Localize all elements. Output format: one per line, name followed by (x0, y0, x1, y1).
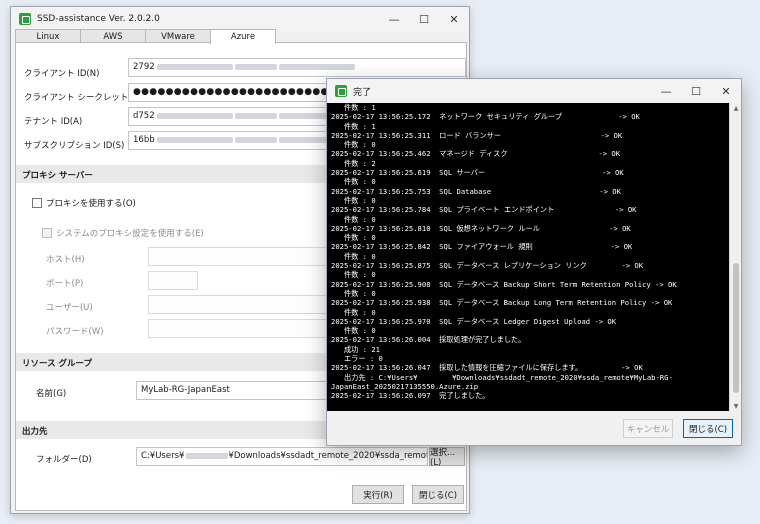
log-line: 2025-02-17 13:56:25.784 SQL プライベート エンドポイ… (331, 205, 637, 215)
log-line: 件数 : 0 (331, 177, 376, 187)
log-line: 2025-02-17 13:56:25.938 SQL データベース Backu… (331, 298, 673, 308)
done-footer: キャンセル 閉じる(C) (327, 411, 741, 445)
log-line: 件数 : 2 (331, 158, 376, 168)
name-label: 名前(G) (36, 389, 67, 399)
log-line: 成功 : 21 (331, 344, 380, 354)
done-title-bar[interactable]: 完了 — ☐ ✕ (327, 79, 741, 103)
log-console[interactable]: 件数 : 1 2025-02-17 13:56:25.172 ネットワーク セキュ… (327, 103, 731, 411)
log-line: 2025-02-17 13:56:25.172 ネットワーク セキュリティ グル… (331, 112, 640, 122)
minimize-icon[interactable]: — (651, 79, 681, 103)
log-line: JapanEast_20250217135550.Azure.zip (331, 381, 479, 391)
resource-group-name-field[interactable]: MyLab-RG-JapanEast (136, 381, 336, 400)
console-scrollbar[interactable]: ▲ ▼ (729, 103, 741, 411)
use-proxy-checkbox[interactable]: プロキシを使用する(O) (32, 197, 136, 209)
log-line: 2025-02-17 13:56:25.462 マネージド ディスク -> OK (331, 149, 621, 159)
subscription-id-value: 16bb (133, 135, 155, 145)
client-secret-label: クライアント シークレット(I) (24, 93, 138, 103)
log-line: 件数 : 0 (331, 307, 376, 317)
output-folder-field[interactable]: C:¥Users¥ ¥Downloads¥ssdadt_remote_2020¥s… (136, 447, 428, 466)
done-window: 完了 — ☐ ✕ 件数 : 1 2025-02-17 13:56:25.172 ネ… (326, 78, 742, 446)
tab-vmware[interactable]: VMware (145, 29, 211, 43)
port-label: ポート(P) (46, 279, 84, 289)
maximize-icon[interactable]: ☐ (681, 79, 711, 103)
scroll-down-icon[interactable]: ▼ (730, 401, 742, 411)
use-system-proxy-checkbox[interactable]: システムのプロキシ設定を使用する(E) (42, 227, 204, 239)
host-label: ホスト(H) (46, 255, 85, 265)
log-line: 2025-02-17 13:56:25.810 SQL 仮想ネットワーク ルール… (331, 223, 631, 233)
close-icon[interactable]: ✕ (439, 7, 469, 31)
checkbox-icon (42, 228, 52, 238)
minimize-icon[interactable]: — (379, 7, 409, 31)
log-line: 2025-02-17 13:56:25.875 SQL データベース レプリケー… (331, 261, 644, 271)
log-line: 2025-02-17 13:56:25.970 SQL データベース Ledge… (331, 316, 617, 326)
done-window-title: 完了 (353, 87, 372, 98)
log-line: 2025-02-17 13:56:25.753 SQL Database -> … (331, 186, 621, 196)
log-line: エラー : 0 (331, 354, 383, 364)
folder-value-suffix: ¥Downloads¥ssdadt_remote_2020¥ssda_remot… (228, 451, 428, 461)
log-line: 2025-02-17 13:56:25.311 ロード バランサー -> OK (331, 130, 623, 140)
log-line: 2025-02-17 13:56:26.047 採取した情報を圧縮ファイルに保存… (331, 363, 643, 373)
tenant-id-label: テナント ID(A) (24, 117, 83, 127)
log-line: 件数 : 0 (331, 195, 376, 205)
log-line: 2025-02-17 13:56:25.619 SQL サーバー -> OK (331, 168, 624, 178)
resource-group-name-value: MyLab-RG-JapanEast (141, 385, 230, 395)
log-line: 2025-02-17 13:56:26.004 採取処理が完了しました。 (331, 335, 526, 345)
log-line: 2025-02-17 13:56:25.842 SQL ファイアウォール 規則 … (331, 242, 633, 252)
password-field[interactable] (148, 319, 338, 338)
log-line: 件数 : 0 (331, 251, 376, 261)
log-line: 件数 : 0 (331, 288, 376, 298)
close-icon[interactable]: ✕ (711, 79, 741, 103)
tab-aws[interactable]: AWS (80, 29, 146, 43)
user-label: ユーザー(U) (46, 303, 93, 313)
tab-strip: Linux AWS VMware Azure (15, 29, 276, 44)
tab-linux[interactable]: Linux (15, 29, 81, 43)
scroll-thumb[interactable] (733, 263, 739, 393)
main-window-title: SSD-assistance Ver. 2.0.2.0 (37, 14, 160, 24)
app-icon (19, 13, 31, 25)
cancel-button[interactable]: キャンセル (623, 419, 673, 438)
log-line: 2025-02-17 13:56:25.908 SQL データベース Backu… (331, 279, 677, 289)
port-field[interactable] (148, 271, 198, 290)
tenant-id-value: d752 (133, 111, 155, 121)
user-field[interactable] (148, 295, 338, 314)
client-id-field[interactable]: 2792 (128, 58, 466, 77)
log-line: 件数 : 0 (331, 270, 376, 280)
log-line: 出力先 : C:¥Users¥ ¥Downloads¥ssdadt_remote… (331, 372, 673, 382)
log-line: 件数 : 1 (331, 103, 376, 112)
done-close-button[interactable]: 閉じる(C) (683, 419, 733, 438)
log-line: 件数 : 0 (331, 233, 376, 243)
maximize-icon[interactable]: ☐ (409, 7, 439, 31)
main-close-button[interactable]: 閉じる(C) (412, 485, 464, 504)
folder-value-prefix: C:¥Users¥ (141, 451, 185, 461)
log-line: 件数 : 0 (331, 140, 376, 150)
app-icon (335, 85, 347, 97)
host-field[interactable] (148, 247, 338, 266)
client-id-value: 2792 (133, 62, 155, 72)
browse-button[interactable]: 選択...(L) (429, 447, 465, 468)
use-proxy-label: プロキシを使用する(O) (46, 199, 136, 209)
tab-azure[interactable]: Azure (210, 29, 276, 44)
checkbox-icon (32, 198, 42, 208)
run-button[interactable]: 実行(R) (352, 485, 404, 504)
client-id-label: クライアント ID(N) (24, 69, 100, 79)
scroll-up-icon[interactable]: ▲ (730, 103, 742, 113)
folder-label: フォルダー(D) (36, 455, 92, 465)
log-line: 件数 : 0 (331, 326, 376, 336)
main-title-bar[interactable]: SSD-assistance Ver. 2.0.2.0 — ☐ ✕ (11, 7, 469, 31)
log-line: 件数 : 1 (331, 121, 376, 131)
password-label: パスワード(W) (46, 327, 104, 337)
subscription-id-label: サブスクリプション ID(S) (24, 141, 125, 151)
use-system-proxy-label: システムのプロキシ設定を使用する(E) (56, 229, 204, 239)
log-line: 2025-02-17 13:56:26.097 完了しました。 (331, 391, 490, 401)
log-line: 件数 : 0 (331, 214, 376, 224)
